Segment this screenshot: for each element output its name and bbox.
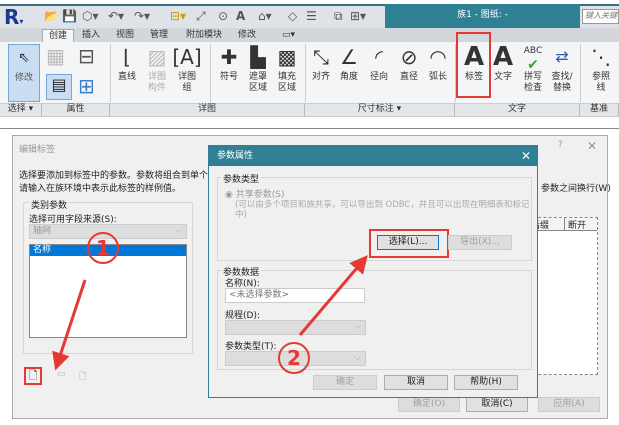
- arrow-to-select-button: [298, 255, 368, 336]
- annotation-arrows: [52, 255, 368, 371]
- arrow-to-new-parameter: [52, 279, 87, 371]
